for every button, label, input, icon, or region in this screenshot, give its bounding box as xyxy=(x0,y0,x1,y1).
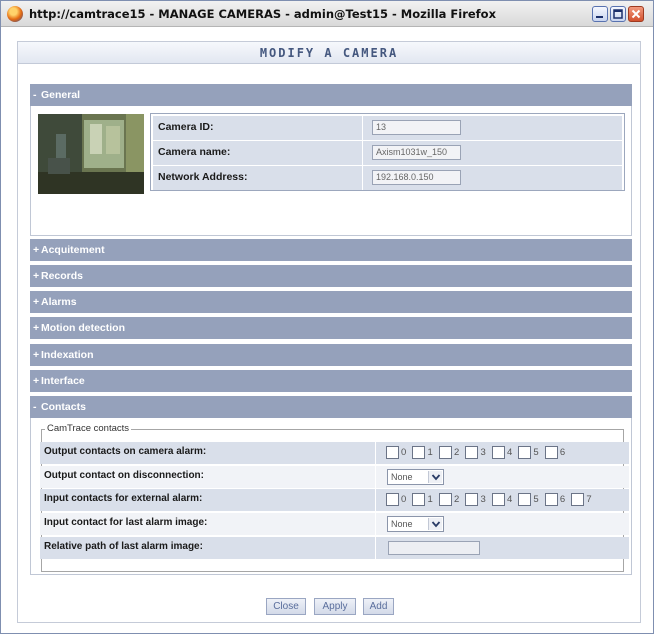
camera-thumbnail xyxy=(38,114,144,194)
section-interface[interactable]: + Interface xyxy=(30,370,632,392)
camera-name-field[interactable]: Axism1031w_150 xyxy=(372,145,461,160)
camera-id-row: Camera ID: 13 xyxy=(153,116,622,140)
browser-window: http://camtrace15 - MANAGE CAMERAS - adm… xyxy=(0,0,654,634)
title-bar: http://camtrace15 - MANAGE CAMERAS - adm… xyxy=(1,1,653,27)
close-icon xyxy=(631,9,641,19)
relative-path-row: Relative path of last alarm image: xyxy=(40,537,629,559)
camera-name-label: Camera name: xyxy=(158,146,231,158)
maximize-icon xyxy=(613,9,623,19)
collapse-sign: - xyxy=(33,89,37,101)
section-general[interactable]: - General xyxy=(30,84,632,106)
close-window-button[interactable] xyxy=(628,6,644,22)
section-label: Indexation xyxy=(41,349,94,361)
dialog-header: MODIFY A CAMERA xyxy=(18,42,640,64)
output-contacts-checkboxes: 0 1 2 3 4 5 6 xyxy=(386,446,568,459)
section-label: Alarms xyxy=(41,296,77,308)
checkbox-item[interactable]: 4 xyxy=(491,446,512,459)
section-label: Motion detection xyxy=(41,322,125,334)
firefox-icon xyxy=(7,6,23,22)
section-contacts[interactable]: - Contacts xyxy=(30,396,632,418)
network-address-label: Network Address: xyxy=(158,171,248,183)
chevron-down-icon xyxy=(428,471,442,483)
section-indexation[interactable]: + Indexation xyxy=(30,344,632,366)
close-button[interactable]: Close xyxy=(266,598,306,615)
checkbox-item[interactable]: 3 xyxy=(465,493,486,506)
checkbox-item[interactable]: 7 xyxy=(571,493,592,506)
general-panel: Camera ID: 13 Camera name: Axism1031w_15… xyxy=(30,106,632,236)
network-address-row: Network Address: 192.168.0.150 xyxy=(153,166,622,190)
dialog-frame: MODIFY A CAMERA - General Camera ID: 13 … xyxy=(17,41,641,623)
input-contact-last-image-label: Input contact for last alarm image: xyxy=(44,517,208,528)
checkbox-item[interactable]: 4 xyxy=(491,493,512,506)
add-button[interactable]: Add xyxy=(363,598,394,615)
minimize-button[interactable] xyxy=(592,6,608,22)
checkbox-item[interactable]: 0 xyxy=(386,493,406,506)
relative-path-label: Relative path of last alarm image: xyxy=(44,541,203,552)
window-title: http://camtrace15 - MANAGE CAMERAS - adm… xyxy=(29,7,496,21)
camera-name-row: Camera name: Axism1031w_150 xyxy=(153,141,622,165)
output-contacts-alarm-label: Output contacts on camera alarm: xyxy=(44,446,207,457)
camera-info-table: Camera ID: 13 Camera name: Axism1031w_15… xyxy=(150,113,625,191)
checkbox-item[interactable]: 5 xyxy=(518,493,539,506)
disconnection-select[interactable]: None xyxy=(387,469,444,485)
input-contacts-external-label: Input contacts for external alarm: xyxy=(44,493,203,504)
checkbox-item[interactable]: 2 xyxy=(438,446,459,459)
camera-id-label: Camera ID: xyxy=(158,121,214,133)
section-label: Contacts xyxy=(41,401,86,413)
output-contacts-alarm-row: Output contacts on camera alarm: 0 1 2 3… xyxy=(40,442,629,464)
section-label: Records xyxy=(41,270,84,282)
section-label: Acquitement xyxy=(41,244,105,256)
checkbox-item[interactable]: 3 xyxy=(465,446,486,459)
input-contacts-external-row: Input contacts for external alarm: 0 1 2… xyxy=(40,489,629,511)
contacts-legend: CamTrace contacts xyxy=(45,423,132,434)
page-title: MODIFY A CAMERA xyxy=(259,46,399,60)
checkbox-item[interactable]: 6 xyxy=(544,446,565,459)
checkbox-item[interactable]: 5 xyxy=(518,446,539,459)
camera-id-field[interactable]: 13 xyxy=(372,120,461,135)
checkbox-item[interactable]: 2 xyxy=(438,493,459,506)
section-acquitement[interactable]: + Acquitement xyxy=(30,239,632,261)
input-contacts-checkboxes: 0 1 2 3 4 5 6 7 xyxy=(386,493,595,506)
section-label: Interface xyxy=(41,375,85,387)
minimize-icon xyxy=(596,16,603,18)
checkbox-item[interactable]: 1 xyxy=(412,446,433,459)
apply-button[interactable]: Apply xyxy=(314,598,356,615)
relative-path-input[interactable] xyxy=(388,541,480,555)
output-contact-disconnection-row: Output contact on disconnection: None xyxy=(40,466,629,488)
section-motion-detection[interactable]: + Motion detection xyxy=(30,317,632,339)
checkbox-item[interactable]: 0 xyxy=(386,446,406,459)
network-address-field[interactable]: 192.168.0.150 xyxy=(372,170,461,185)
section-records[interactable]: + Records xyxy=(30,265,632,287)
maximize-button[interactable] xyxy=(610,6,626,22)
checkbox-item[interactable]: 6 xyxy=(544,493,565,506)
last-image-select[interactable]: None xyxy=(387,516,444,532)
input-contact-last-image-row: Input contact for last alarm image: None xyxy=(40,513,629,535)
section-label: General xyxy=(41,89,81,101)
chevron-down-icon xyxy=(428,518,442,530)
checkbox-item[interactable]: 1 xyxy=(412,493,433,506)
output-contact-disconnection-label: Output contact on disconnection: xyxy=(44,470,204,481)
section-alarms[interactable]: + Alarms xyxy=(30,291,632,313)
